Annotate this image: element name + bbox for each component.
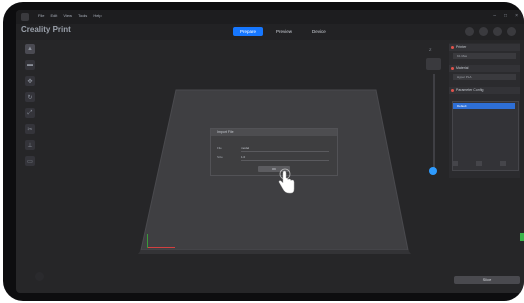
status-dot-icon bbox=[451, 89, 454, 92]
section-material[interactable]: Material bbox=[449, 65, 520, 72]
add-icon[interactable] bbox=[452, 161, 458, 166]
dialog-row-label: File bbox=[217, 146, 222, 150]
material-select[interactable]: Hyper PLA bbox=[453, 74, 516, 80]
x-axis-indicator bbox=[147, 247, 175, 248]
zoom-label: Z bbox=[429, 47, 432, 52]
dialog-row-value[interactable]: model bbox=[241, 146, 249, 150]
dialog-row-value[interactable]: 1.0 bbox=[241, 155, 245, 159]
more-icon[interactable] bbox=[500, 161, 506, 166]
app-window: File Edit View Tools Help – □ × Creality… bbox=[16, 10, 524, 293]
delete-icon[interactable] bbox=[476, 161, 482, 166]
dialog-title: Import File bbox=[211, 129, 337, 136]
layer-slider-handle[interactable] bbox=[429, 167, 437, 175]
list-footer bbox=[452, 161, 506, 166]
layer-slider-track[interactable] bbox=[433, 74, 435, 169]
side-indicator bbox=[520, 233, 524, 241]
layer-box[interactable] bbox=[426, 58, 441, 70]
dialog-row-label: Size bbox=[217, 155, 223, 159]
printer-select[interactable]: K1 Max bbox=[453, 53, 516, 59]
pointer-hand-icon bbox=[278, 168, 295, 194]
divider bbox=[241, 151, 329, 152]
section-printer[interactable]: Printer bbox=[449, 44, 520, 51]
section-title: Parameter Config bbox=[456, 88, 484, 92]
status-indicator bbox=[35, 272, 44, 281]
y-axis-indicator bbox=[147, 234, 148, 248]
status-dot-icon bbox=[451, 67, 454, 70]
section-title: Printer bbox=[456, 45, 467, 49]
divider bbox=[241, 160, 329, 161]
slice-button[interactable]: Slice bbox=[454, 276, 520, 284]
section-parameter[interactable]: Parameter Config bbox=[449, 87, 520, 94]
device-frame: File Edit View Tools Help – □ × Creality… bbox=[3, 2, 524, 301]
list-item[interactable]: Default bbox=[453, 103, 515, 109]
status-dot-icon bbox=[451, 46, 454, 49]
section-title: Material bbox=[456, 66, 469, 70]
